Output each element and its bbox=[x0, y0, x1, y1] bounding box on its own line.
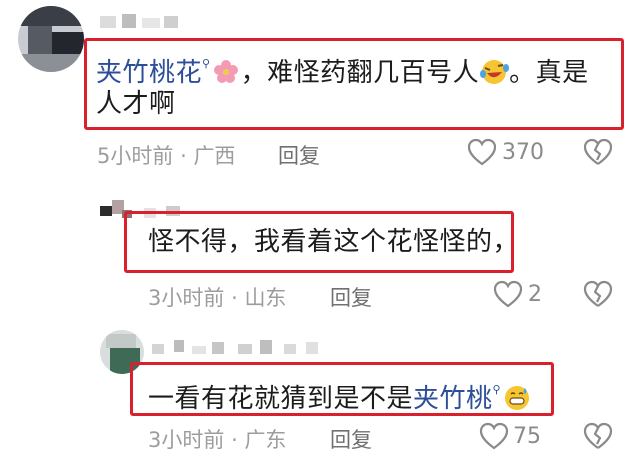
timestamp: 3小时前 bbox=[148, 286, 225, 310]
timestamp: 3小时前 bbox=[148, 428, 225, 452]
comment-meta: 3小时前 · 广东 bbox=[148, 428, 287, 452]
reply-button[interactable]: 回复 bbox=[330, 424, 372, 454]
grin-sweat-emoji-icon bbox=[503, 384, 531, 412]
like-button[interactable] bbox=[493, 280, 523, 308]
search-icon: ⚲ bbox=[492, 383, 502, 396]
comment-text-line-2: 人才啊 bbox=[96, 89, 176, 119]
broken-heart-icon bbox=[583, 280, 613, 307]
laugh-cry-emoji-icon bbox=[479, 58, 510, 86]
avatar[interactable] bbox=[18, 6, 84, 72]
timestamp: 5小时前 bbox=[97, 144, 174, 168]
reply-button[interactable]: 回复 bbox=[330, 282, 372, 312]
dislike-button[interactable] bbox=[583, 138, 613, 166]
reply-button[interactable]: 回复 bbox=[278, 140, 320, 170]
comment-meta: 5小时前 · 广西 bbox=[97, 144, 236, 168]
heart-icon bbox=[479, 422, 509, 450]
dislike-button[interactable] bbox=[583, 422, 613, 450]
username[interactable] bbox=[100, 14, 180, 30]
heart-icon bbox=[493, 280, 523, 308]
broken-heart-icon bbox=[583, 138, 613, 165]
search-icon: ⚲ bbox=[202, 57, 211, 70]
like-count: 75 bbox=[513, 424, 541, 449]
like-button[interactable] bbox=[467, 138, 497, 166]
keyword-link[interactable]: 夹竹桃 bbox=[413, 384, 493, 414]
location: 山东 bbox=[244, 286, 287, 310]
username[interactable] bbox=[152, 340, 322, 356]
comment-meta: 3小时前 · 山东 bbox=[148, 286, 287, 310]
comment-text: 一看有花就猜到是不是夹竹桃⚲ bbox=[148, 370, 531, 419]
heart-icon bbox=[467, 138, 497, 166]
location: 广东 bbox=[244, 428, 287, 452]
like-count: 2 bbox=[528, 282, 542, 307]
location: 广西 bbox=[193, 144, 236, 168]
comment-text: 怪不得，我看着这个花怪怪的， bbox=[148, 227, 520, 257]
like-count: 370 bbox=[502, 140, 544, 165]
dislike-button[interactable] bbox=[583, 280, 613, 308]
like-button[interactable] bbox=[479, 422, 509, 450]
flower-emoji-icon bbox=[213, 59, 239, 85]
broken-heart-icon bbox=[583, 422, 613, 449]
